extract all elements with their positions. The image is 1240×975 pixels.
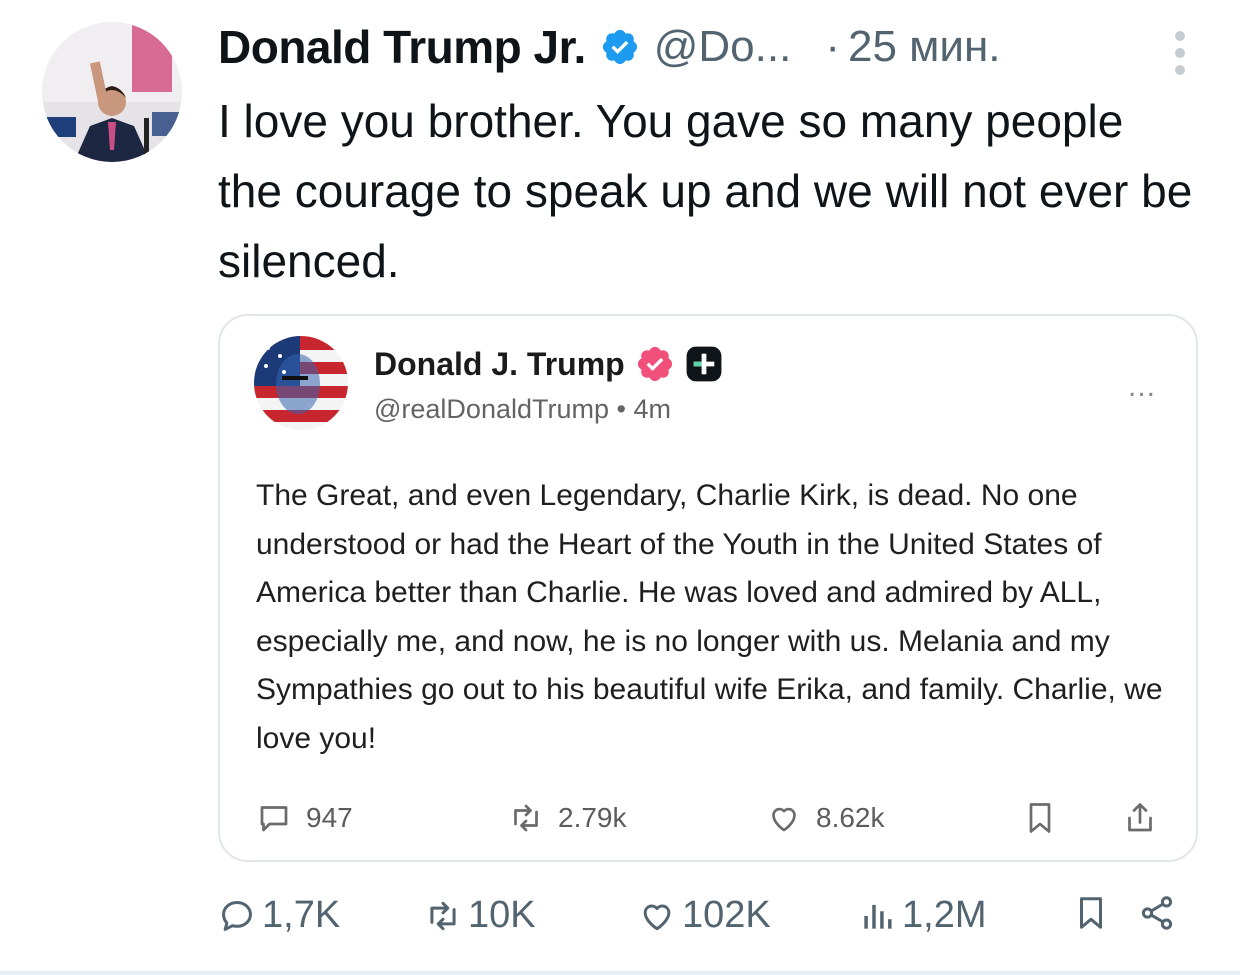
quoted-share-button[interactable] — [1122, 800, 1172, 836]
author-avatar[interactable] — [42, 22, 182, 162]
plus-badge-icon — [686, 346, 722, 382]
tweet-header: Donald Trump Jr. @Do... · 25 мин. — [218, 18, 1180, 76]
heart-icon — [643, 904, 671, 930]
verified-badge-icon — [602, 29, 637, 65]
share-icon — [1128, 803, 1152, 832]
bookmark-icon — [1079, 897, 1103, 929]
bookmark-button[interactable] — [1072, 894, 1116, 932]
author-name[interactable]: Donald Trump Jr. — [218, 20, 586, 74]
repost-count: 10K — [468, 894, 536, 936]
tweet: Donald Trump Jr. @Do... · 25 мин. I love… — [0, 0, 1240, 975]
verified-badge-icon — [637, 346, 672, 382]
quoted-post[interactable]: Donald J. Trump @realDonaldTrump • 4m ..… — [218, 314, 1198, 862]
reply-button[interactable]: 1,7K — [218, 894, 340, 937]
quoted-repost-count: 2.79k — [558, 802, 627, 833]
bookmark-icon — [1029, 803, 1051, 833]
quoted-action-bar: 947 2.79k 8.62k — [256, 800, 1166, 840]
quoted-header: Donald J. Trump — [374, 344, 723, 384]
views-button[interactable]: 1,2M — [858, 894, 986, 937]
vertical-dots-icon[interactable] — [1170, 28, 1190, 78]
author-handle[interactable]: @Do... — [654, 22, 792, 72]
share-button[interactable] — [1138, 894, 1182, 932]
quoted-reply-count: 947 — [306, 802, 353, 833]
quoted-author-avatar[interactable] — [254, 336, 348, 430]
quoted-text: The Great, and even Legendary, Charlie K… — [256, 479, 1163, 755]
quoted-like-button[interactable]: 8.62k — [766, 800, 885, 836]
separator-dot: · — [825, 22, 840, 71]
quoted-like-count: 8.62k — [816, 802, 885, 833]
comment-icon — [260, 806, 288, 832]
comment-icon — [222, 900, 252, 931]
repost-button[interactable]: 10K — [424, 894, 536, 937]
repost-icon — [430, 901, 456, 930]
quoted-reply-button[interactable]: 947 — [256, 800, 353, 836]
share-icon — [1141, 896, 1173, 930]
tweet-action-bar: 1,7K 10K 102K 1,2M — [218, 894, 1180, 944]
tweet-text: I love you brother. You gave so many peo… — [218, 95, 1193, 287]
like-count: 102K — [682, 894, 771, 936]
view-count: 1,2M — [902, 894, 987, 936]
quoted-handle-time: @realDonaldTrump • 4m — [374, 394, 671, 424]
quoted-bookmark-button[interactable] — [1022, 800, 1072, 836]
divider — [0, 971, 1240, 975]
reply-count: 1,7K — [262, 894, 341, 936]
heart-icon — [772, 807, 796, 832]
analytics-icon — [864, 904, 892, 929]
more-options-button[interactable]: ... — [1128, 370, 1156, 404]
like-button[interactable]: 102K — [638, 894, 771, 937]
timestamp[interactable]: 25 мин. — [848, 22, 1001, 72]
quoted-repost-button[interactable]: 2.79k — [508, 800, 627, 836]
repost-icon — [514, 804, 538, 832]
quoted-author-name[interactable]: Donald J. Trump — [374, 346, 625, 383]
